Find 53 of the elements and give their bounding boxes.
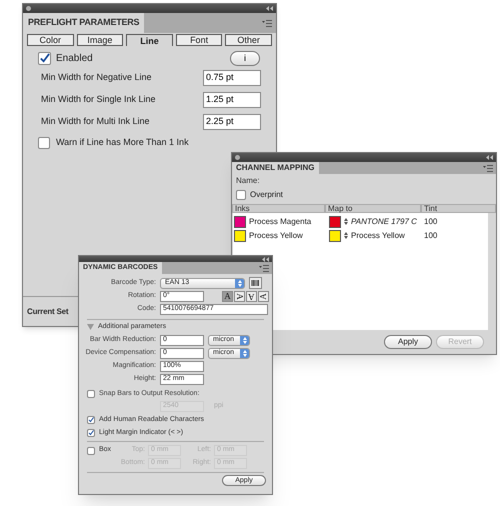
column-header: Tint: [421, 204, 496, 213]
field-label: Min Width for Single Ink Line: [41, 93, 156, 106]
tab[interactable]: Color: [27, 34, 74, 46]
checkbox-label: Warn if Line has More Than 1 Ink: [56, 136, 189, 149]
stepper-icon[interactable]: [240, 348, 249, 358]
checkbox-label: Overprint: [250, 189, 283, 201]
checkbox-label: Enabled: [56, 52, 93, 66]
checkbox[interactable]: [87, 446, 95, 454]
column-header: Map to: [325, 204, 421, 213]
ink-name: Process Magenta: [249, 216, 312, 228]
barcode-preview-icon[interactable]: [249, 277, 262, 289]
tab[interactable]: Font: [176, 34, 222, 46]
stepper-icon[interactable]: [344, 232, 348, 239]
name-label: Name:: [235, 175, 261, 187]
orientation-button[interactable]: A: [246, 291, 257, 302]
ink-name: Process Yellow: [249, 230, 303, 242]
tab[interactable]: Image: [76, 34, 124, 46]
mapped-ink: Process Yellow: [351, 230, 405, 242]
orientation-button[interactable]: A: [258, 291, 269, 302]
dialog-button[interactable]: Apply: [384, 335, 432, 349]
stepper-icon[interactable]: [235, 278, 244, 288]
checkbox[interactable]: [236, 190, 246, 200]
tint-value: 100: [423, 230, 438, 242]
stepper-icon[interactable]: [240, 336, 249, 344]
field-label: Min Width for Negative Line: [41, 71, 152, 84]
panel-menu-icon[interactable]: [262, 20, 272, 26]
stepper-icon[interactable]: [344, 218, 348, 225]
collapse-icon[interactable]: [266, 6, 273, 11]
orientation-button[interactable]: A: [234, 291, 245, 302]
checkbox[interactable]: [38, 136, 50, 149]
orientation-button[interactable]: A: [222, 291, 233, 302]
tab[interactable]: Other: [225, 34, 272, 46]
checkbox[interactable]: [87, 428, 95, 437]
field-label: Min Width for Multi Ink Line: [41, 115, 150, 128]
input-field[interactable]: 2.25 pt: [203, 114, 261, 130]
input-field[interactable]: 1.25 pt: [203, 92, 261, 108]
tint-value: 100: [423, 216, 438, 228]
input-field[interactable]: 0.75 pt: [203, 70, 261, 86]
close-icon[interactable]: [26, 6, 31, 11]
checkbox[interactable]: [87, 390, 95, 398]
panel-title: CHANNEL MAPPING: [232, 162, 319, 174]
panel-menu-icon[interactable]: [259, 264, 269, 272]
panel-menu-icon[interactable]: [483, 164, 493, 172]
info-button[interactable]: i: [230, 51, 260, 66]
close-icon[interactable]: [235, 155, 240, 160]
mapped-ink: PANTONE 1797 C: [351, 216, 417, 228]
tab[interactable]: Line: [126, 34, 173, 46]
checkbox[interactable]: [38, 52, 51, 65]
footer-label: Current Set: [27, 306, 68, 318]
panel-title: PREFLIGHT PARAMETERS: [23, 13, 144, 33]
checkbox[interactable]: [87, 416, 95, 424]
column-header: Inks: [232, 204, 325, 213]
collapse-icon[interactable]: [486, 155, 493, 160]
